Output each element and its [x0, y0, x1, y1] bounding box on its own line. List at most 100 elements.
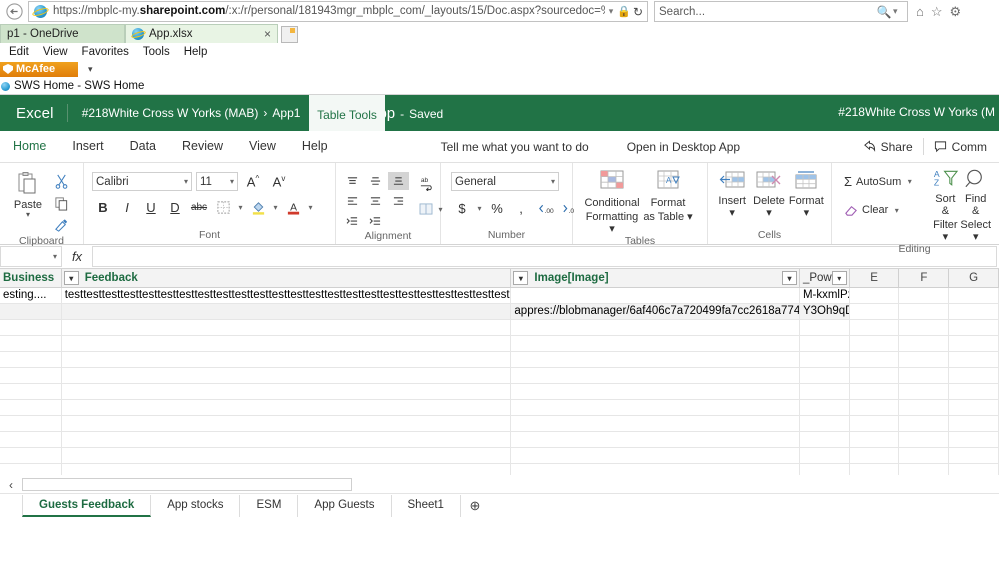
number-format-combobox[interactable]: General ▾ [451, 172, 559, 191]
empty-cell[interactable] [61, 352, 512, 368]
sheet-tab-app-guests[interactable]: App Guests [298, 494, 392, 517]
empty-cell[interactable] [0, 448, 62, 464]
empty-cell[interactable] [899, 336, 950, 352]
chevron-down-icon[interactable]: ▾ [729, 207, 735, 219]
tell-me-search[interactable]: Tell me what you want to do [417, 140, 589, 154]
horizontal-scrollbar[interactable] [22, 478, 352, 491]
chevron-down-icon[interactable]: ▾ [475, 204, 484, 213]
cell-e-2[interactable] [849, 304, 900, 320]
tab-insert[interactable]: Insert [59, 131, 116, 162]
font-name-combobox[interactable]: Calibri ▾ [92, 172, 192, 191]
fill-color-button[interactable] [247, 197, 269, 218]
column-header-f[interactable]: F [899, 269, 950, 287]
merge-cells-button[interactable] [415, 200, 436, 218]
empty-cell[interactable] [899, 320, 950, 336]
chevron-down-icon[interactable]: ▾ [230, 177, 234, 186]
empty-cell[interactable] [511, 448, 800, 464]
empty-cell[interactable] [61, 368, 512, 384]
breadcrumb-site[interactable]: #218White Cross W Yorks (MAB) [82, 106, 259, 120]
empty-cell[interactable] [511, 336, 800, 352]
empty-cell[interactable] [799, 416, 850, 432]
empty-cell[interactable] [799, 320, 850, 336]
borders-button[interactable] [212, 197, 234, 218]
filter-icon[interactable]: ▾ [781, 271, 797, 285]
cell-power-2[interactable]: Y3Oh9qDeNvl [799, 304, 850, 320]
browser-tab-onedrive[interactable]: p1 - OneDrive [0, 24, 125, 43]
favorite-link-sws-home[interactable]: SWS Home - SWS Home [14, 80, 144, 92]
find-select-button[interactable]: Find & Select ▾ [960, 167, 991, 243]
cell-feedback-2[interactable] [61, 304, 512, 320]
sort-filter-button[interactable]: A Z Sort & Filter ▾ [930, 167, 960, 243]
chevron-down-icon[interactable]: ▾ [236, 203, 245, 212]
empty-cell[interactable] [949, 368, 999, 384]
close-icon[interactable]: × [264, 27, 271, 41]
filter-icon[interactable]: ▾ [63, 271, 79, 285]
font-color-button[interactable]: A [282, 197, 304, 218]
empty-cell[interactable] [949, 464, 999, 475]
empty-cell[interactable] [849, 384, 900, 400]
chevron-down-icon[interactable]: ▾ [766, 207, 772, 219]
browser-tab-appxlsx[interactable]: App.xlsx × [125, 24, 278, 43]
empty-cell[interactable] [0, 464, 62, 475]
empty-cell[interactable] [61, 432, 512, 448]
cell-g-2[interactable] [949, 304, 999, 320]
empty-cell[interactable] [511, 368, 800, 384]
empty-cell[interactable] [511, 320, 800, 336]
empty-cell[interactable] [849, 432, 900, 448]
empty-cell[interactable] [899, 368, 950, 384]
tab-home[interactable]: Home [0, 131, 59, 162]
chevron-down-icon[interactable]: ▾ [973, 231, 979, 243]
chevron-down-icon[interactable]: ▾ [687, 211, 693, 223]
chevron-down-icon[interactable]: ▾ [551, 177, 555, 186]
empty-cell[interactable] [61, 400, 512, 416]
chevron-down-icon[interactable]: ▾ [804, 207, 810, 219]
tab-help[interactable]: Help [289, 131, 341, 162]
empty-cell[interactable] [849, 400, 900, 416]
chevron-down-icon[interactable]: ▾ [88, 64, 93, 75]
chevron-down-icon[interactable]: ▾ [184, 177, 188, 186]
column-header-business[interactable]: Business [0, 269, 62, 287]
empty-cell[interactable] [0, 320, 62, 336]
favorites-star-icon[interactable]: ☆ [931, 5, 943, 18]
empty-cell[interactable] [511, 352, 800, 368]
cell-f-1[interactable] [899, 288, 950, 304]
sheet-tab-esm[interactable]: ESM [240, 494, 299, 517]
empty-cell[interactable] [949, 416, 999, 432]
empty-cell[interactable] [799, 448, 850, 464]
empty-cell[interactable] [0, 416, 62, 432]
empty-cell[interactable] [511, 432, 800, 448]
empty-cell[interactable] [899, 352, 950, 368]
empty-cell[interactable] [0, 400, 62, 416]
increase-font-size-button[interactable]: A^ [242, 174, 264, 189]
cell-business-2[interactable] [0, 304, 62, 320]
empty-cell[interactable] [61, 416, 512, 432]
empty-cell[interactable] [899, 432, 950, 448]
search-dropdown-icon[interactable]: ▾ [893, 6, 903, 17]
empty-cell[interactable] [949, 320, 999, 336]
empty-cell[interactable] [0, 368, 62, 384]
home-icon[interactable]: ⌂ [916, 5, 924, 18]
settings-gear-icon[interactable]: ⚙ [950, 5, 962, 18]
empty-cell[interactable] [511, 384, 800, 400]
empty-cell[interactable] [0, 432, 62, 448]
empty-cell[interactable] [61, 464, 512, 475]
strikethrough-button[interactable]: abc [188, 197, 210, 218]
empty-cell[interactable] [799, 384, 850, 400]
empty-cell[interactable] [799, 464, 850, 475]
url-bar[interactable]: https://mbplc-my.sharepoint.com/:x:/r/pe… [28, 1, 648, 22]
cell-image-1[interactable] [511, 288, 800, 304]
insert-cells-button[interactable]: Insert ▾ [714, 169, 750, 219]
column-header-image[interactable]: ▾ Image[Image] ▾ [511, 269, 800, 287]
align-center-button[interactable] [365, 192, 386, 210]
cell-image-2[interactable]: appres://blobmanager/6af406c7a720499fa7c… [511, 304, 800, 320]
open-in-desktop-app-button[interactable]: Open in Desktop App [589, 140, 740, 154]
copy-button[interactable] [50, 194, 72, 213]
empty-cell[interactable] [61, 320, 512, 336]
italic-button[interactable]: I [116, 197, 138, 218]
empty-cell[interactable] [849, 336, 900, 352]
empty-cell[interactable] [799, 400, 850, 416]
chevron-down-icon[interactable]: ▾ [943, 231, 949, 243]
increase-indent-button[interactable] [365, 212, 386, 230]
column-header-g[interactable]: G [949, 269, 999, 287]
empty-cell[interactable] [61, 448, 512, 464]
